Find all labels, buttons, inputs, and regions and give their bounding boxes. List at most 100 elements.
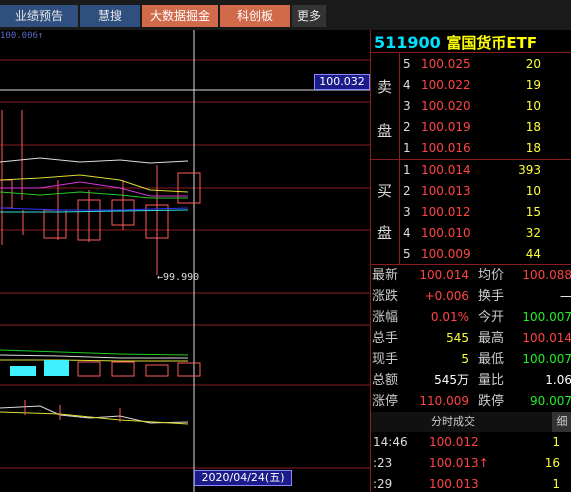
sell-row[interactable]: 1 100.016 18 <box>401 138 571 158</box>
quote-value: 1.06 <box>545 373 571 387</box>
volume: 20 <box>525 57 541 71</box>
volume: 10 <box>525 99 541 113</box>
quote-row: 总额 545万 量比 1.06 <box>371 370 571 391</box>
quote-label: 最低 <box>478 352 505 367</box>
ma-line-green <box>0 191 188 199</box>
price: 100.012 <box>421 205 471 219</box>
price: 100.025 <box>421 57 471 71</box>
tick-list-title: 分时成交 <box>431 415 475 428</box>
level: 3 <box>403 205 411 219</box>
tick-row: 14:46 100.012 1 <box>371 432 571 453</box>
price: 100.009 <box>421 247 471 261</box>
volume: 44 <box>525 247 541 261</box>
quote-label: 跌停 <box>478 394 505 409</box>
tab-smart-search[interactable]: 慧搜 <box>80 5 140 27</box>
level: 4 <box>403 226 411 240</box>
level: 1 <box>403 163 411 177</box>
quote-value: 110.009 <box>419 394 469 408</box>
sell-row[interactable]: 4 100.022 19 <box>401 75 571 95</box>
quote-label: 今开 <box>478 310 505 325</box>
tick-price: 100.012 <box>429 435 479 449</box>
chart-top-label: 100.006↑ <box>0 31 44 41</box>
buy-row[interactable]: 3 100.012 15 <box>401 202 571 222</box>
kline-chart[interactable] <box>0 30 370 492</box>
price: 100.020 <box>421 99 471 113</box>
quote-value: 0.01% <box>430 310 469 324</box>
sell-row[interactable]: 2 100.019 18 <box>401 117 571 137</box>
buy-row[interactable]: 5 100.009 44 <box>401 244 571 264</box>
buy-row[interactable]: 4 100.010 32 <box>401 223 571 243</box>
quote-value: +0.006 <box>424 289 469 303</box>
indicator-line-white <box>0 405 189 424</box>
level: 2 <box>403 120 411 134</box>
price: 100.010 <box>421 226 471 240</box>
quote-label: 量比 <box>478 373 505 388</box>
volume-bar <box>145 364 169 377</box>
tick-detail-button[interactable]: 细 <box>552 412 571 432</box>
quote-value: 100.007 <box>522 352 571 366</box>
top-tab-bar: 业绩预告 慧搜 大数据掘金 科创板 更多 <box>0 0 571 30</box>
tick-row: :29 100.013 1 <box>371 474 571 492</box>
vol-ma-white <box>0 354 188 359</box>
quote-value: 545 <box>446 331 469 345</box>
quote-label: 现手 <box>372 352 399 367</box>
tick-volume: 16 <box>544 456 560 470</box>
level: 4 <box>403 78 411 92</box>
quote-label: 总额 <box>372 373 399 388</box>
candle-body <box>43 209 67 239</box>
vol-ma-yellow <box>0 359 188 362</box>
volume-bar <box>44 360 69 376</box>
divider <box>399 52 400 264</box>
tab-big-data[interactable]: 大数据掘金 <box>142 5 218 27</box>
volume: 15 <box>525 205 541 219</box>
tick-time: 14:46 <box>373 435 408 449</box>
vol-ma-green <box>0 349 189 356</box>
volume: 18 <box>525 141 541 155</box>
stock-name: 富国货币ETF <box>446 34 538 52</box>
tick-price: 100.013 <box>429 477 479 491</box>
low-price-label: ←99.990 <box>157 272 200 283</box>
tab-star-market[interactable]: 科创板 <box>220 5 290 27</box>
volume: 18 <box>525 120 541 134</box>
ma-line-yellow <box>0 174 189 193</box>
quote-row: 现手 5 最低 100.007 <box>371 349 571 370</box>
tab-earnings-forecast[interactable]: 业绩预告 <box>0 5 78 27</box>
quote-value: 100.007 <box>522 310 571 324</box>
divider <box>371 52 571 53</box>
quote-value: 5 <box>461 352 469 366</box>
tick-time: :23 <box>373 456 393 470</box>
volume: 19 <box>525 78 541 92</box>
tick-row: :23 100.013↑ 16 <box>371 453 571 474</box>
quote-value: — <box>560 289 571 303</box>
buy-row[interactable]: 2 100.013 10 <box>401 181 571 201</box>
tab-more[interactable]: 更多 <box>292 5 326 27</box>
price: 100.022 <box>421 78 471 92</box>
price: 100.014 <box>421 163 471 177</box>
volume-bar <box>77 361 101 377</box>
price: 100.016 <box>421 141 471 155</box>
quote-row: 总手 545 最高 100.014 <box>371 328 571 349</box>
level: 2 <box>403 184 411 198</box>
tick-price: 100.013↑ <box>429 453 489 474</box>
volume: 32 <box>525 226 541 240</box>
quote-panel: 511900 富国货币ETF 卖 盘 5 100.025 20 4 100.02… <box>370 30 571 492</box>
quote-value: 545万 <box>434 373 469 387</box>
volume-bar <box>177 362 201 377</box>
quote-label: 均价 <box>478 268 505 283</box>
level: 5 <box>403 57 411 71</box>
tick-time: :29 <box>373 477 393 491</box>
sell-row[interactable]: 3 100.020 10 <box>401 96 571 116</box>
price: 100.019 <box>421 120 471 134</box>
quote-row: 涨停 110.009 跌停 90.007 <box>371 391 571 412</box>
level: 1 <box>403 141 411 155</box>
volume: 393 <box>518 163 541 177</box>
volume-bar <box>10 366 36 376</box>
quote-label: 涨跌 <box>372 289 399 304</box>
buy-row[interactable]: 1 100.014 393 <box>401 160 571 180</box>
level: 5 <box>403 247 411 261</box>
volume: 10 <box>525 184 541 198</box>
quote-row: 涨跌 +0.006 换手 — <box>371 286 571 307</box>
quote-label: 涨停 <box>372 394 399 409</box>
crosshair-date-tag: 2020/04/24(五) <box>194 470 292 486</box>
sell-row[interactable]: 5 100.025 20 <box>401 54 571 74</box>
